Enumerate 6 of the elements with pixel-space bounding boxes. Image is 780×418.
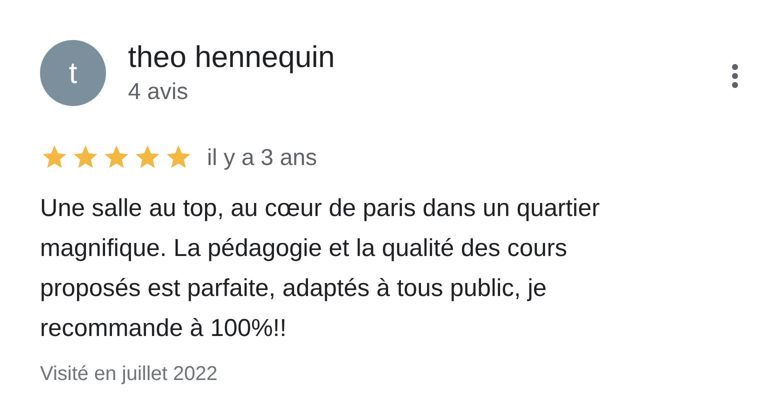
- review-count: 4 avis: [128, 77, 190, 106]
- visit-date: Visité en juillet 2022: [39, 362, 219, 386]
- review-time: il y a 3 ans: [207, 143, 317, 172]
- review-text: Une salle au top, au cœur de paris dans un quartier magnifique. La pédagogie et la qualité des cours proposés est parfaite, adaptés à tous public, je recommande à 100%!!: [39, 194, 601, 344]
- avatar: t: [40, 40, 106, 106]
- author-name[interactable]: theo hennequin: [128, 40, 728, 76]
